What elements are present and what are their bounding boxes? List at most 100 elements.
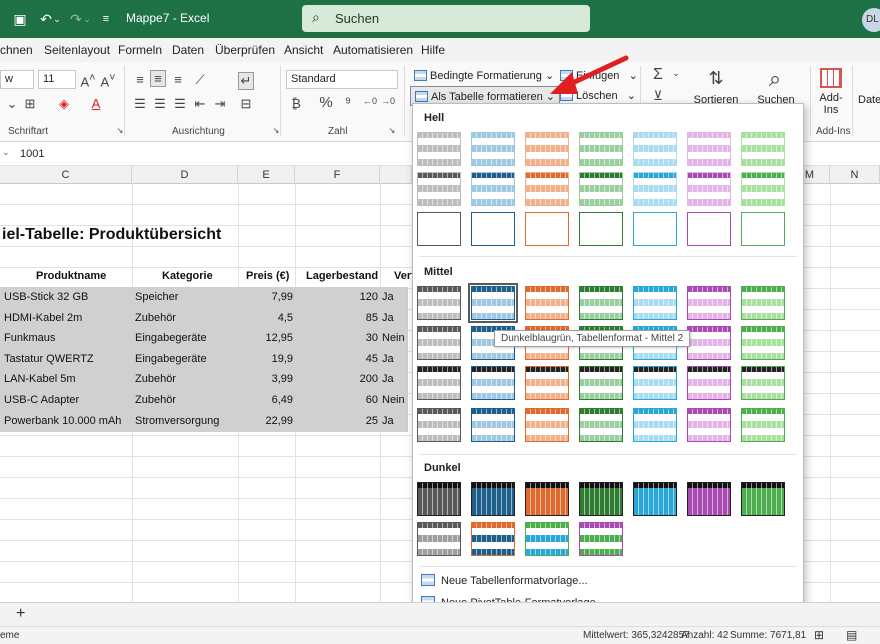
cell-avail[interactable]: Nein	[382, 332, 408, 344]
font-name-field[interactable]: w	[0, 70, 34, 89]
align-top-icon[interactable]: ≡	[132, 72, 148, 87]
table-style-swatch[interactable]	[741, 132, 785, 166]
borders-icon[interactable]: ⊞	[22, 96, 38, 112]
thousands-separator-icon[interactable]: ⁹	[340, 94, 356, 111]
cell-avail[interactable]: Ja	[382, 415, 408, 427]
number-format-dropdown[interactable]: Standard	[286, 70, 398, 89]
table-style-swatch[interactable]	[687, 286, 731, 320]
cell-category[interactable]: Zubehör	[135, 394, 235, 406]
table-style-swatch[interactable]	[633, 212, 677, 246]
table-style-swatch[interactable]	[687, 132, 731, 166]
header-productname[interactable]: Produktname	[36, 270, 106, 282]
align-middle-icon[interactable]: ≡	[150, 70, 166, 87]
save-icon[interactable]: ▣	[10, 9, 30, 29]
table-style-swatch[interactable]	[525, 286, 569, 320]
table-style-swatch[interactable]	[417, 172, 461, 206]
addins-button[interactable]: Add- Ins	[814, 92, 848, 116]
conditional-formatting-button[interactable]: Bedingte Formatierung ⌄	[410, 66, 558, 86]
table-style-swatch[interactable]	[417, 286, 461, 320]
cell-price[interactable]: 12,95	[240, 332, 293, 344]
cell-category[interactable]: Eingabegeräte	[135, 353, 235, 365]
fill-color-icon[interactable]: ◈	[56, 96, 72, 112]
cell-category[interactable]: Zubehör	[135, 373, 235, 385]
new-table-style-link[interactable]: Neue Tabellenformatvorlage...	[421, 574, 588, 587]
cell-stock[interactable]: 25	[297, 415, 378, 427]
table-style-swatch[interactable]	[525, 366, 569, 400]
sort-filter-icon[interactable]: ⇅	[704, 68, 728, 89]
table-style-swatch[interactable]	[579, 212, 623, 246]
tab-page-insert[interactable]: chnen	[0, 43, 33, 57]
cell-category[interactable]: Eingabegeräte	[135, 332, 235, 344]
table-style-swatch[interactable]	[687, 408, 731, 442]
autosum-icon[interactable]: Σ	[650, 66, 666, 84]
decrease-font-icon[interactable]: A˅	[100, 72, 116, 89]
table-style-swatch[interactable]	[579, 172, 623, 206]
underline-dropdown-icon[interactable]: ⌄	[4, 96, 20, 112]
tab-formulas[interactable]: Formeln	[118, 43, 162, 57]
table-style-swatch[interactable]	[579, 408, 623, 442]
cell-name[interactable]: Powerbank 10.000 mAh	[4, 415, 130, 427]
table-style-swatch[interactable]	[468, 283, 518, 323]
table-style-swatch[interactable]	[471, 522, 515, 556]
cell-price[interactable]: 4,5	[240, 312, 293, 324]
accounting-format-icon[interactable]: ₿	[288, 96, 304, 111]
table-style-swatch[interactable]	[579, 366, 623, 400]
table-style-swatch[interactable]	[687, 366, 731, 400]
normal-view-icon[interactable]: ⊞	[814, 628, 824, 642]
align-right-icon[interactable]: ☰	[172, 96, 188, 112]
table-style-swatch[interactable]	[741, 172, 785, 206]
table-style-swatch[interactable]	[633, 286, 677, 320]
tab-data[interactable]: Daten	[172, 43, 204, 57]
increase-decimal-icon[interactable]: ←0	[362, 96, 378, 106]
table-style-swatch[interactable]	[471, 408, 515, 442]
undo-dropdown-icon[interactable]: ⌄	[52, 9, 62, 29]
column-header-n[interactable]: N	[830, 166, 880, 184]
table-style-swatch[interactable]	[471, 482, 515, 516]
orientation-icon[interactable]: ⟋	[192, 72, 208, 88]
table-style-swatch[interactable]	[579, 286, 623, 320]
avatar[interactable]: DL	[862, 8, 880, 32]
header-stock[interactable]: Lagerbestand	[306, 270, 378, 282]
table-style-swatch[interactable]	[741, 408, 785, 442]
cell-name[interactable]: USB-C Adapter	[4, 394, 130, 406]
cell-price[interactable]: 3,99	[240, 373, 293, 385]
column-header-e[interactable]: E	[238, 166, 295, 184]
table-style-swatch[interactable]	[525, 522, 569, 556]
cell-avail[interactable]: Ja	[382, 353, 408, 365]
number-dialog-launcher-icon[interactable]: ↘	[384, 126, 400, 135]
increase-font-icon[interactable]: A˄	[80, 72, 96, 89]
cell-avail[interactable]: Ja	[382, 291, 408, 303]
cell-name[interactable]: LAN-Kabel 5m	[4, 373, 130, 385]
tab-help[interactable]: Hilfe	[421, 43, 445, 57]
status-count[interactable]: Anzahl: 42	[681, 630, 728, 641]
table-style-swatch[interactable]	[417, 132, 461, 166]
cell-avail[interactable]: Nein	[382, 394, 408, 406]
namebox-dropdown-icon[interactable]: ⌄	[2, 147, 10, 158]
column-header-g[interactable]	[380, 166, 412, 184]
header-price[interactable]: Preis (€)	[246, 270, 289, 282]
table-style-swatch[interactable]	[525, 132, 569, 166]
cell-category[interactable]: Stromversorgung	[135, 415, 235, 427]
increase-indent-icon[interactable]: ⇥	[212, 96, 228, 112]
cell-name[interactable]: Funkmaus	[4, 332, 130, 344]
column-header-c[interactable]: C	[0, 166, 132, 184]
cell-price[interactable]: 7,99	[240, 291, 293, 303]
table-style-swatch[interactable]	[633, 132, 677, 166]
table-style-swatch[interactable]	[741, 366, 785, 400]
page-layout-view-icon[interactable]: ▤	[846, 628, 857, 642]
table-style-swatch[interactable]	[417, 522, 461, 556]
cell-stock[interactable]: 200	[297, 373, 378, 385]
font-dialog-launcher-icon[interactable]: ↘	[112, 126, 128, 135]
data-analysis-button[interactable]: Date	[858, 94, 880, 106]
table-style-swatch[interactable]	[417, 326, 461, 360]
cell-stock[interactable]: 30	[297, 332, 378, 344]
align-left-icon[interactable]: ☰	[132, 96, 148, 112]
table-style-swatch[interactable]	[525, 482, 569, 516]
table-style-swatch[interactable]	[741, 482, 785, 516]
font-color-icon[interactable]: A	[88, 96, 104, 111]
merge-center-icon[interactable]: ⊟	[238, 96, 254, 112]
font-size-field[interactable]: 11	[38, 70, 76, 89]
table-style-swatch[interactable]	[471, 366, 515, 400]
cell-stock[interactable]: 45	[297, 353, 378, 365]
align-center-icon[interactable]: ☰	[152, 96, 168, 112]
